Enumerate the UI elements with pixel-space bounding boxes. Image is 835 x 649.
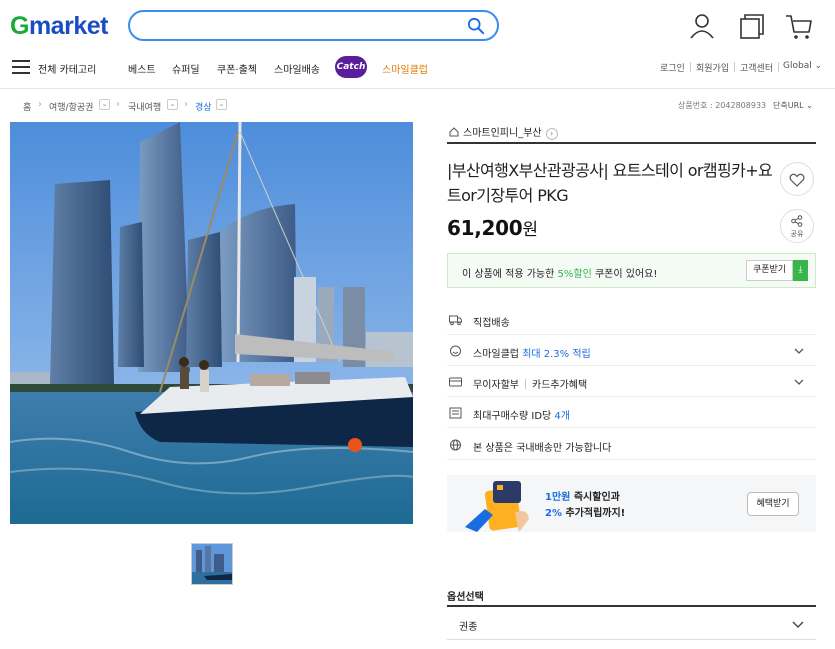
share-label: 공유 (790, 230, 804, 238)
product-price: 61,200원 (447, 216, 538, 240)
catch-badge[interactable]: Catch (335, 56, 367, 78)
heart-icon (789, 173, 805, 187)
product-number: 상품번호 : 2042808933 (678, 101, 767, 110)
max-quantity-text: 최대구매수량 ID당 4개 (473, 411, 570, 422)
breadcrumb-arrow-icon: › (184, 99, 188, 110)
coupon-banner: 이 상품에 적용 가능한 5%할인 쿠폰이 있어요! 쿠폰받기 ⤓ (447, 253, 816, 288)
globe-icon (450, 439, 461, 451)
option-label: 옵션선택 (447, 592, 484, 603)
nav-smile-delivery[interactable]: 스마일배송 (274, 61, 320, 76)
login-link[interactable]: 로그인 (660, 61, 685, 74)
chevron-down-icon[interactable]: ⌄ (167, 99, 178, 110)
info-row-smileclub[interactable]: 스마일클럽 최대 2.3% 적립 (447, 336, 816, 366)
smile-icon (450, 345, 461, 357)
nav-all-categories[interactable]: 전체 카테고리 (38, 61, 96, 76)
breadcrumb-domestic[interactable]: 국내여행 (128, 100, 161, 113)
logo-g: G (10, 12, 29, 40)
chevron-down-icon[interactable] (794, 346, 804, 356)
promo-text: 1만원 즉시할인과 2% 추가적립까지! (545, 492, 626, 519)
list-icon (449, 407, 462, 419)
coupon-text: 이 상품에 적용 가능한 5%할인 쿠폰이 있어요! (462, 269, 658, 280)
product-thumbnail[interactable] (191, 543, 233, 585)
card-icon (449, 377, 462, 387)
gmarket-logo[interactable]: Gmarket (10, 12, 108, 41)
user-icon[interactable] (688, 12, 716, 40)
domestic-text: 본 상품은 국내배송만 가능합니다 (473, 443, 612, 454)
info-row-max-quantity: 최대구매수량 ID당 4개 (447, 398, 816, 428)
nav-best[interactable]: 베스트 (128, 61, 156, 76)
chevron-down-icon[interactable]: ⌄ (99, 99, 110, 110)
installment-text: 무이자할부 카드추가혜택 (473, 379, 588, 391)
search-icon[interactable] (467, 17, 485, 35)
header-divider (0, 88, 835, 89)
product-main-image[interactable] (10, 122, 413, 524)
nav-superdeal[interactable]: 슈퍼딜 (172, 61, 200, 76)
recent-view-icon[interactable] (738, 12, 766, 40)
customer-center-link[interactable]: 고객센터 (740, 61, 773, 74)
option-select[interactable]: 권종 (447, 605, 816, 640)
truck-icon (449, 315, 462, 326)
chevron-down-icon[interactable]: ⌄ (216, 99, 227, 110)
main-nav: 전체 카테고리 베스트 슈퍼딜 쿠폰·출첵 스마일배송 Catch 스마일클럽 … (0, 56, 835, 78)
shop-divider (447, 142, 816, 144)
global-link[interactable]: Global ⌄ (783, 61, 822, 71)
breadcrumb-travel[interactable]: 여행/항공권 (49, 100, 93, 113)
promo-banner: 1만원 즉시할인과 2% 추가적립까지! 혜택받기 (447, 475, 816, 532)
breadcrumb-gyeongsang[interactable]: 경상 (195, 100, 212, 113)
delivery-text: 직접배송 (473, 318, 510, 329)
get-benefit-button[interactable]: 혜택받기 (747, 492, 799, 516)
shop-name: 스마트인피니_부산 (463, 128, 542, 139)
short-url-button[interactable]: 단축URL ⌄ (773, 100, 813, 111)
home-icon (449, 127, 459, 137)
chevron-down-icon (792, 621, 804, 628)
option-value: 권종 (459, 622, 478, 633)
chevron-right-icon: › (545, 128, 558, 140)
card-hand-icon (465, 481, 529, 532)
product-title: |부산여행X부산관광공사| 요트스테이 or캠핑카+요트or기장투어 PKG (447, 161, 773, 205)
search-input[interactable] (128, 10, 499, 41)
chevron-down-icon[interactable] (794, 377, 804, 387)
breadcrumb-arrow-icon: › (116, 99, 120, 110)
info-row-delivery: 직접배송 (447, 305, 816, 335)
menu-icon[interactable] (12, 60, 30, 74)
smileclub-text: 스마일클럽 최대 2.3% 적립 (473, 349, 591, 360)
favorite-button[interactable] (780, 162, 814, 196)
nav-coupon-checkin[interactable]: 쿠폰·출첵 (217, 61, 257, 76)
share-button[interactable]: 공유 (780, 209, 814, 243)
share-icon (791, 215, 803, 227)
shop-link[interactable]: 스마트인피니_부산 › (449, 124, 558, 140)
download-icon[interactable]: ⤓ (793, 260, 808, 281)
breadcrumb-arrow-icon: › (38, 99, 42, 110)
signup-link[interactable]: 회원가입 (696, 61, 729, 74)
cart-icon[interactable] (785, 12, 813, 40)
info-row-domestic: 본 상품은 국내배송만 가능합니다 (447, 430, 816, 460)
breadcrumb-home[interactable]: 홈 (23, 100, 31, 113)
get-coupon-button[interactable]: 쿠폰받기 (746, 260, 793, 281)
nav-smile-club[interactable]: 스마일클럽 (382, 61, 428, 76)
logo-market: market (28, 12, 109, 40)
info-row-installment[interactable]: 무이자할부 카드추가혜택 (447, 367, 816, 397)
